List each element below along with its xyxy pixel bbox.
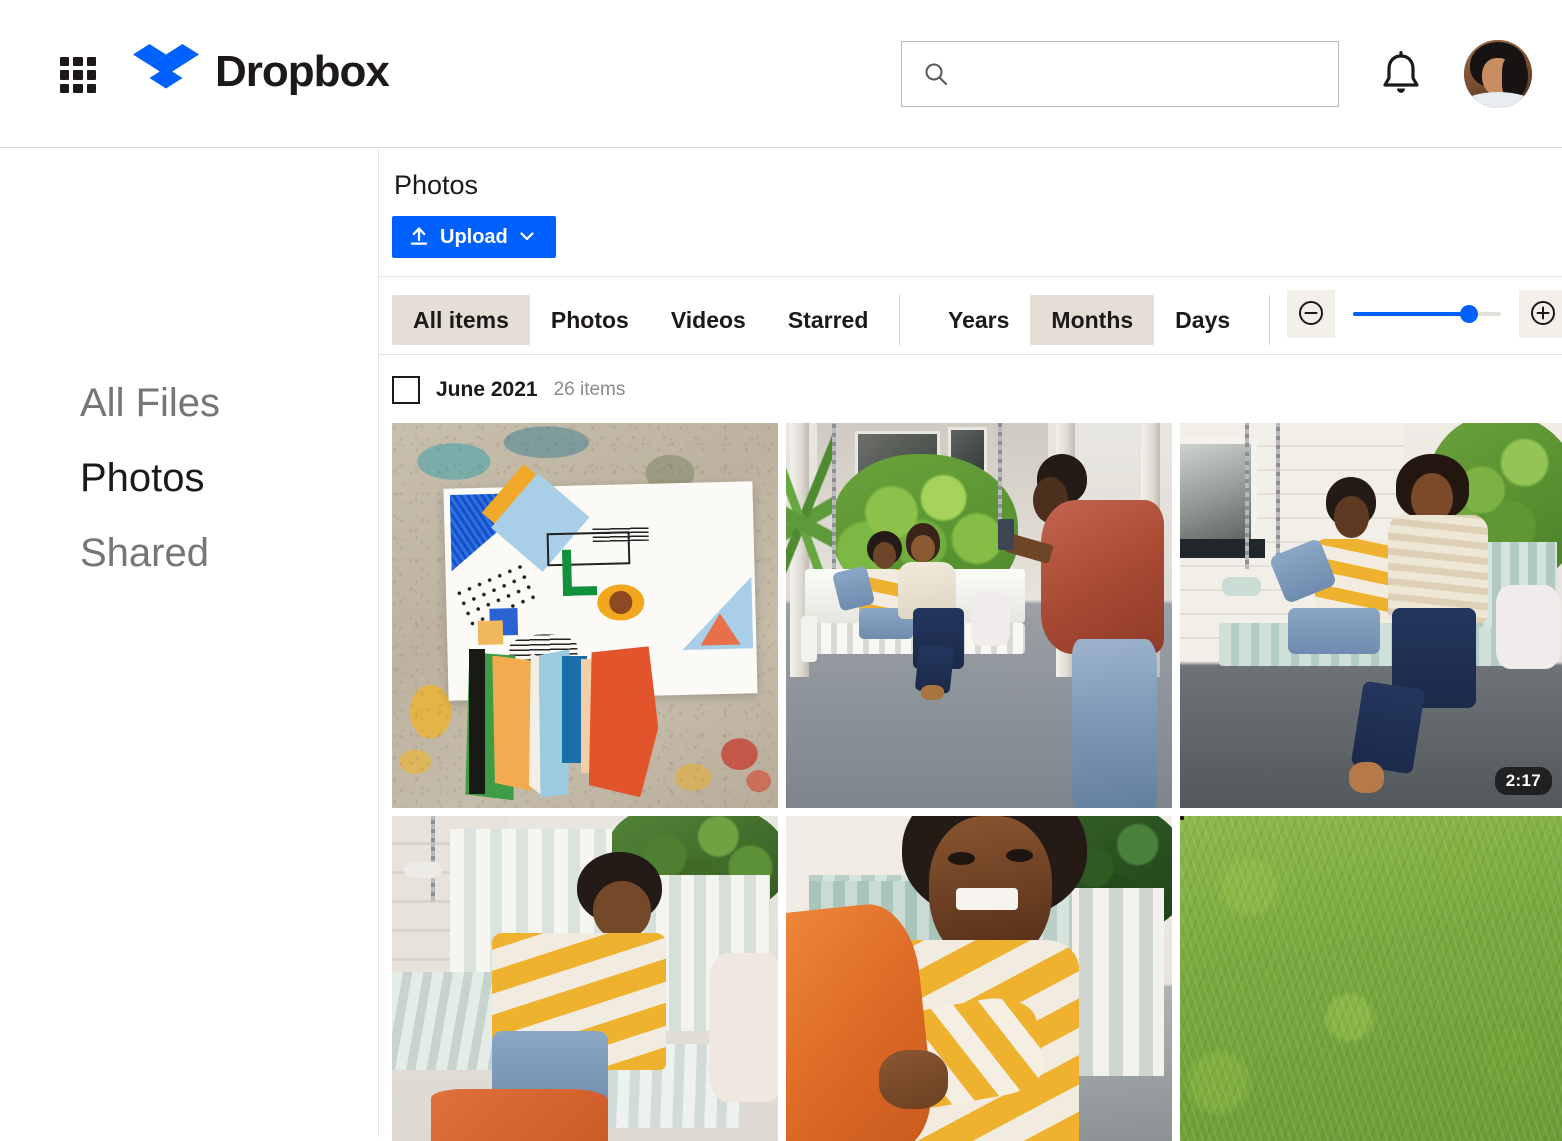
zoom-control [1287, 290, 1562, 338]
group-select-checkbox[interactable] [392, 376, 420, 404]
photo-tile[interactable]: 2:17 [1180, 423, 1562, 808]
tab-photos[interactable]: Photos [530, 295, 650, 345]
tab-days[interactable]: Days [1154, 295, 1251, 345]
photo-grid: 2:17 [392, 423, 1562, 1141]
tab-all-items[interactable]: All items [392, 295, 530, 345]
search-bar[interactable] [901, 41, 1339, 107]
upload-button[interactable]: Upload [392, 216, 556, 258]
app-header: Dropbox [0, 0, 1562, 148]
photo-tile[interactable] [392, 816, 778, 1141]
photo-group-header: June 2021 26 items [392, 376, 625, 404]
zoom-slider-thumb[interactable] [1459, 305, 1478, 323]
zoom-in-button[interactable] [1519, 290, 1562, 338]
dropbox-logo-icon [133, 42, 199, 102]
bell-icon[interactable] [1378, 50, 1424, 98]
toolbar-separator-1 [899, 295, 900, 345]
upload-button-label: Upload [440, 225, 508, 248]
main-content: Photos Upload All items Photos Videos St… [379, 149, 1562, 1141]
toolbar-divider-bottom [379, 354, 1562, 355]
tab-starred[interactable]: Starred [767, 295, 890, 345]
upload-arrow-icon [408, 225, 430, 250]
photo-tile[interactable] [786, 816, 1172, 1141]
grid-apps-icon[interactable] [58, 55, 98, 95]
group-title: June 2021 [436, 378, 538, 401]
sidebar-item-photos[interactable]: Photos [80, 456, 205, 501]
dropbox-brand[interactable]: Dropbox [133, 42, 390, 102]
period-tabs: Years Months Days [927, 295, 1251, 345]
photo-tile[interactable] [786, 423, 1172, 808]
video-duration-badge: 2:17 [1494, 767, 1552, 795]
photo-tile[interactable] [392, 423, 778, 808]
avatar[interactable] [1464, 40, 1532, 108]
tab-months[interactable]: Months [1030, 295, 1155, 345]
filter-tabs: All items Photos Videos Starred [392, 295, 889, 345]
tab-years[interactable]: Years [927, 295, 1030, 345]
brand-name: Dropbox [215, 47, 390, 96]
sidebar-item-shared[interactable]: Shared [80, 531, 209, 576]
page-title: Photos [394, 170, 479, 200]
zoom-out-button[interactable] [1287, 290, 1335, 338]
sidebar-item-all-files[interactable]: All Files [80, 381, 220, 426]
toolbar-separator-2 [1269, 295, 1270, 345]
minus-circle-icon [1297, 299, 1325, 330]
zoom-slider[interactable] [1353, 290, 1501, 338]
tab-videos[interactable]: Videos [650, 295, 767, 345]
search-input[interactable] [963, 42, 1324, 106]
search-icon [923, 61, 949, 87]
plus-circle-icon [1529, 299, 1557, 330]
sidebar: All Files Photos Shared [0, 149, 378, 1137]
photo-tile[interactable] [1180, 816, 1562, 1141]
group-item-count: 26 items [553, 379, 626, 400]
chevron-down-icon [518, 227, 536, 248]
toolbar-divider-top [379, 276, 1562, 277]
